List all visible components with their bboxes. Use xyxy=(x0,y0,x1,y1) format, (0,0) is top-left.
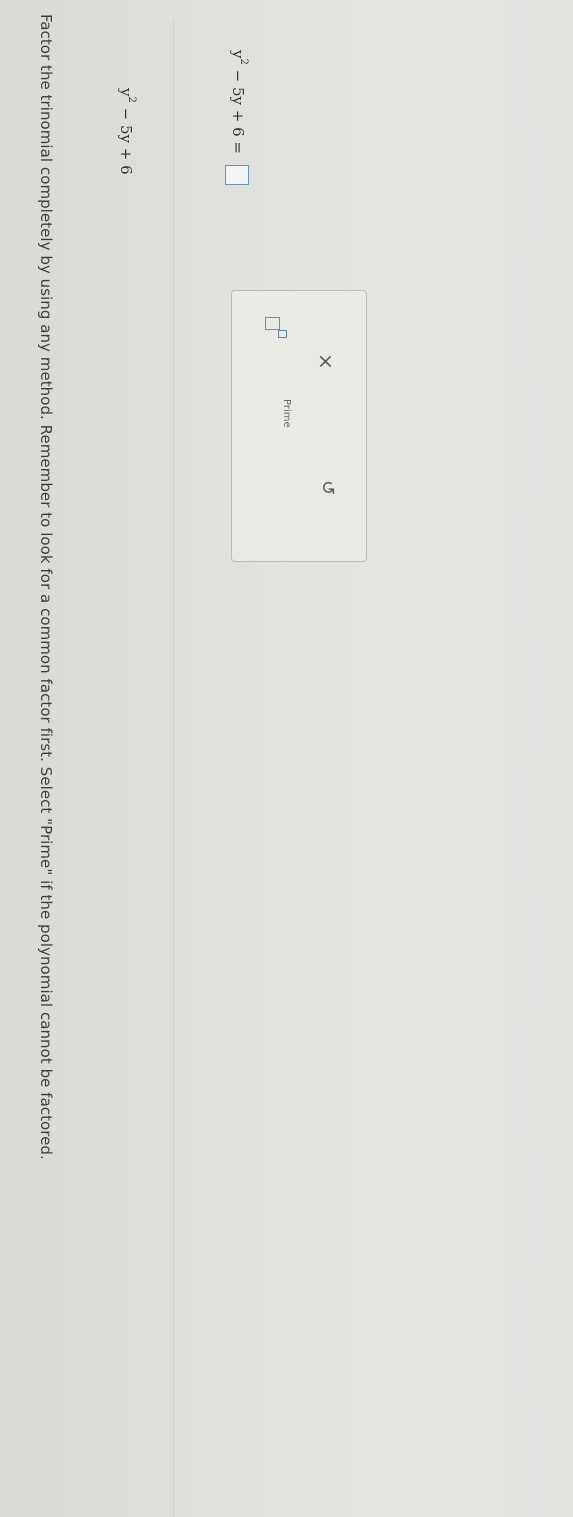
answer-row: y2 − 5y + 6 = xyxy=(225,50,249,185)
answer-row-exponent: 2 xyxy=(238,58,249,65)
close-icon: × xyxy=(314,353,338,370)
exponent-box-icon xyxy=(278,330,287,338)
given-poly-rest: − 5y + 6 xyxy=(117,102,135,175)
given-polynomial: y2 − 5y + 6 xyxy=(117,88,137,175)
question-panel: Factor the trinomial completely by using… xyxy=(0,0,573,1517)
clear-button[interactable]: × xyxy=(314,353,338,370)
exponent-template-button[interactable] xyxy=(262,313,290,341)
answer-row-rest: − 5y + 6 = xyxy=(229,64,247,154)
math-keypad: Prime × ↺ xyxy=(231,290,367,562)
question-instructions: Factor the trinomial completely by using… xyxy=(37,14,55,1160)
exponent-template-icon xyxy=(265,317,280,330)
page-stage: Factor the trinomial completely by using… xyxy=(0,0,573,1517)
answer-input[interactable] xyxy=(225,164,249,185)
undo-icon: ↺ xyxy=(317,480,338,496)
given-poly-exponent: 2 xyxy=(126,96,137,103)
section-divider xyxy=(173,20,174,1517)
prime-button[interactable]: Prime xyxy=(281,399,292,428)
undo-button[interactable]: ↺ xyxy=(317,480,338,495)
